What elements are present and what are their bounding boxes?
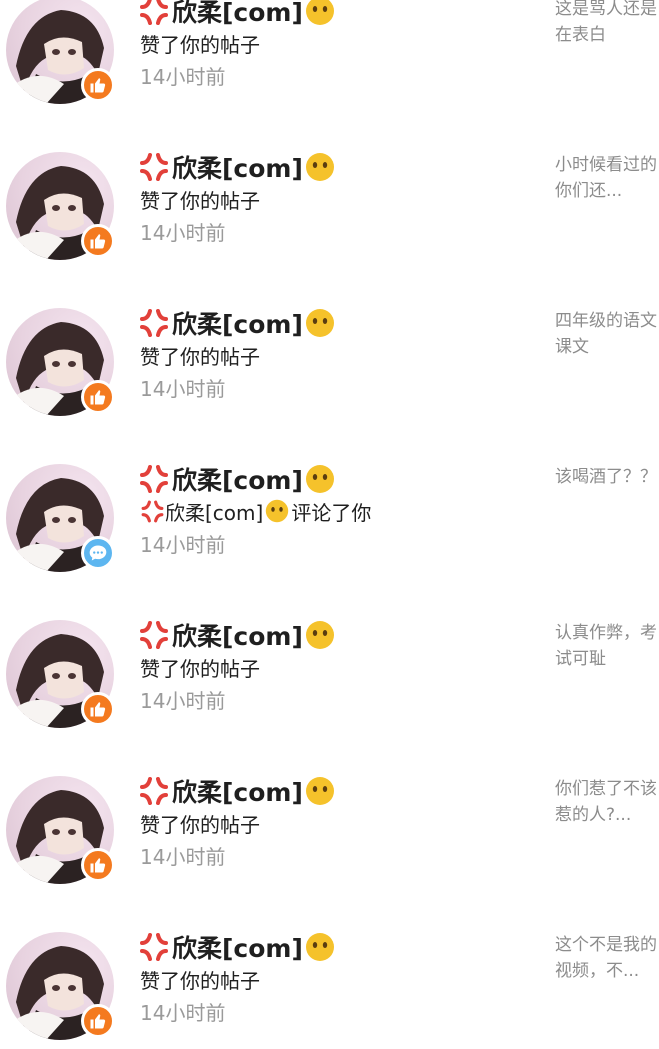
user-name-line[interactable]: 欣柔[com] bbox=[138, 930, 335, 964]
avatar-container[interactable] bbox=[6, 620, 115, 728]
timestamp: 14小时前 bbox=[140, 1000, 226, 1025]
thumbs-up-icon bbox=[90, 390, 106, 405]
anger-symbol-icon bbox=[140, 153, 168, 181]
like-badge bbox=[81, 692, 115, 726]
thumbs-up-icon bbox=[90, 1014, 106, 1029]
notification-row[interactable]: 欣柔[com] 赞了你的帖子 14小时前 小时候看过的你们还... bbox=[0, 152, 659, 262]
anger-symbol-icon bbox=[141, 500, 164, 522]
user-name[interactable]: 欣柔[com] bbox=[172, 773, 303, 809]
comment-user-name[interactable]: 欣柔[com] bbox=[165, 497, 263, 526]
user-name[interactable]: 欣柔[com] bbox=[172, 149, 303, 185]
thumbs-up-icon bbox=[90, 78, 106, 93]
post-snippet[interactable]: 认真作弊，考试可耻 bbox=[555, 620, 657, 672]
thumbs-up-icon bbox=[90, 234, 106, 249]
no-mouth-face-icon bbox=[305, 465, 334, 493]
thumbs-up-icon bbox=[90, 858, 106, 873]
user-name[interactable]: 欣柔[com] bbox=[172, 929, 303, 965]
avatar-container[interactable] bbox=[6, 0, 115, 104]
post-snippet[interactable]: 四年级的语文课文 bbox=[555, 308, 657, 360]
notification-row[interactable]: 欣柔[com] 赞了你的帖子 14小时前 这是骂人还是在表白 bbox=[0, 0, 659, 106]
no-mouth-face-icon bbox=[305, 777, 334, 805]
no-mouth-face-icon bbox=[305, 621, 334, 649]
user-name-line[interactable]: 欣柔[com] bbox=[138, 0, 335, 28]
avatar-container[interactable] bbox=[6, 776, 115, 884]
user-name-line[interactable]: 欣柔[com] bbox=[138, 150, 335, 184]
user-name-line[interactable]: 欣柔[com] bbox=[138, 618, 335, 652]
anger-symbol-icon bbox=[140, 465, 168, 493]
timestamp: 14小时前 bbox=[140, 532, 226, 557]
user-name[interactable]: 欣柔[com] bbox=[172, 305, 303, 341]
user-name[interactable]: 欣柔[com] bbox=[172, 0, 303, 29]
action-text: 赞了你的帖子 bbox=[140, 344, 260, 369]
like-badge bbox=[81, 380, 115, 414]
notification-list: 欣柔[com] 赞了你的帖子 14小时前 这是骂人还是在表白 欣柔[com] 赞… bbox=[0, 0, 659, 1049]
action-text: 赞了你的帖子 bbox=[140, 656, 260, 681]
avatar-container[interactable] bbox=[6, 308, 115, 416]
comment-badge bbox=[81, 536, 115, 570]
avatar-container[interactable] bbox=[6, 464, 115, 572]
like-badge bbox=[81, 224, 115, 258]
post-snippet[interactable]: 该喝酒了？？ bbox=[555, 464, 657, 490]
action-text: 赞了你的帖子 bbox=[140, 32, 260, 57]
avatar-container[interactable] bbox=[6, 152, 115, 260]
chat-bubble-icon bbox=[89, 545, 107, 561]
no-mouth-face-icon bbox=[305, 0, 334, 25]
notification-row[interactable]: 欣柔[com] 欣柔[com] 评论了你 14小时前 该喝酒了？？ bbox=[0, 464, 659, 574]
user-name-line[interactable]: 欣柔[com] bbox=[138, 462, 335, 496]
user-name-line[interactable]: 欣柔[com] bbox=[138, 306, 335, 340]
notification-row[interactable]: 欣柔[com] 赞了你的帖子 14小时前 这个不是我的视频，不... bbox=[0, 932, 659, 1042]
action-text: 欣柔[com] 评论了你 bbox=[140, 496, 371, 526]
like-badge bbox=[81, 1004, 115, 1038]
post-snippet[interactable]: 这是骂人还是在表白 bbox=[555, 0, 657, 48]
user-name[interactable]: 欣柔[com] bbox=[172, 461, 303, 497]
no-mouth-face-icon bbox=[266, 499, 289, 523]
post-snippet[interactable]: 这个不是我的视频，不... bbox=[555, 932, 657, 984]
post-snippet[interactable]: 小时候看过的你们还... bbox=[555, 152, 657, 204]
action-text: 赞了你的帖子 bbox=[140, 188, 260, 213]
anger-symbol-icon bbox=[140, 933, 168, 961]
notification-row[interactable]: 欣柔[com] 赞了你的帖子 14小时前 你们惹了不该惹的人?... bbox=[0, 776, 659, 886]
no-mouth-face-icon bbox=[305, 933, 334, 961]
timestamp: 14小时前 bbox=[140, 844, 226, 869]
notification-row[interactable]: 欣柔[com] 赞了你的帖子 14小时前 认真作弊，考试可耻 bbox=[0, 620, 659, 730]
avatar-container[interactable] bbox=[6, 932, 115, 1040]
timestamp: 14小时前 bbox=[140, 376, 226, 401]
anger-symbol-icon bbox=[140, 0, 168, 25]
user-name[interactable]: 欣柔[com] bbox=[172, 617, 303, 653]
anger-symbol-icon bbox=[140, 777, 168, 805]
anger-symbol-icon bbox=[140, 309, 168, 337]
anger-symbol-icon bbox=[140, 621, 168, 649]
post-snippet[interactable]: 你们惹了不该惹的人?... bbox=[555, 776, 657, 828]
no-mouth-face-icon bbox=[305, 309, 334, 337]
action-text: 赞了你的帖子 bbox=[140, 812, 260, 837]
notification-row[interactable]: 欣柔[com] 赞了你的帖子 14小时前 四年级的语文课文 bbox=[0, 308, 659, 418]
comment-action: 评论了你 bbox=[291, 500, 372, 525]
no-mouth-face-icon bbox=[305, 153, 334, 181]
timestamp: 14小时前 bbox=[140, 64, 226, 89]
user-name-line[interactable]: 欣柔[com] bbox=[138, 774, 335, 808]
like-badge bbox=[81, 848, 115, 882]
thumbs-up-icon bbox=[90, 702, 106, 717]
timestamp: 14小时前 bbox=[140, 220, 226, 245]
action-text: 赞了你的帖子 bbox=[140, 968, 260, 993]
timestamp: 14小时前 bbox=[140, 688, 226, 713]
like-badge bbox=[81, 68, 115, 102]
